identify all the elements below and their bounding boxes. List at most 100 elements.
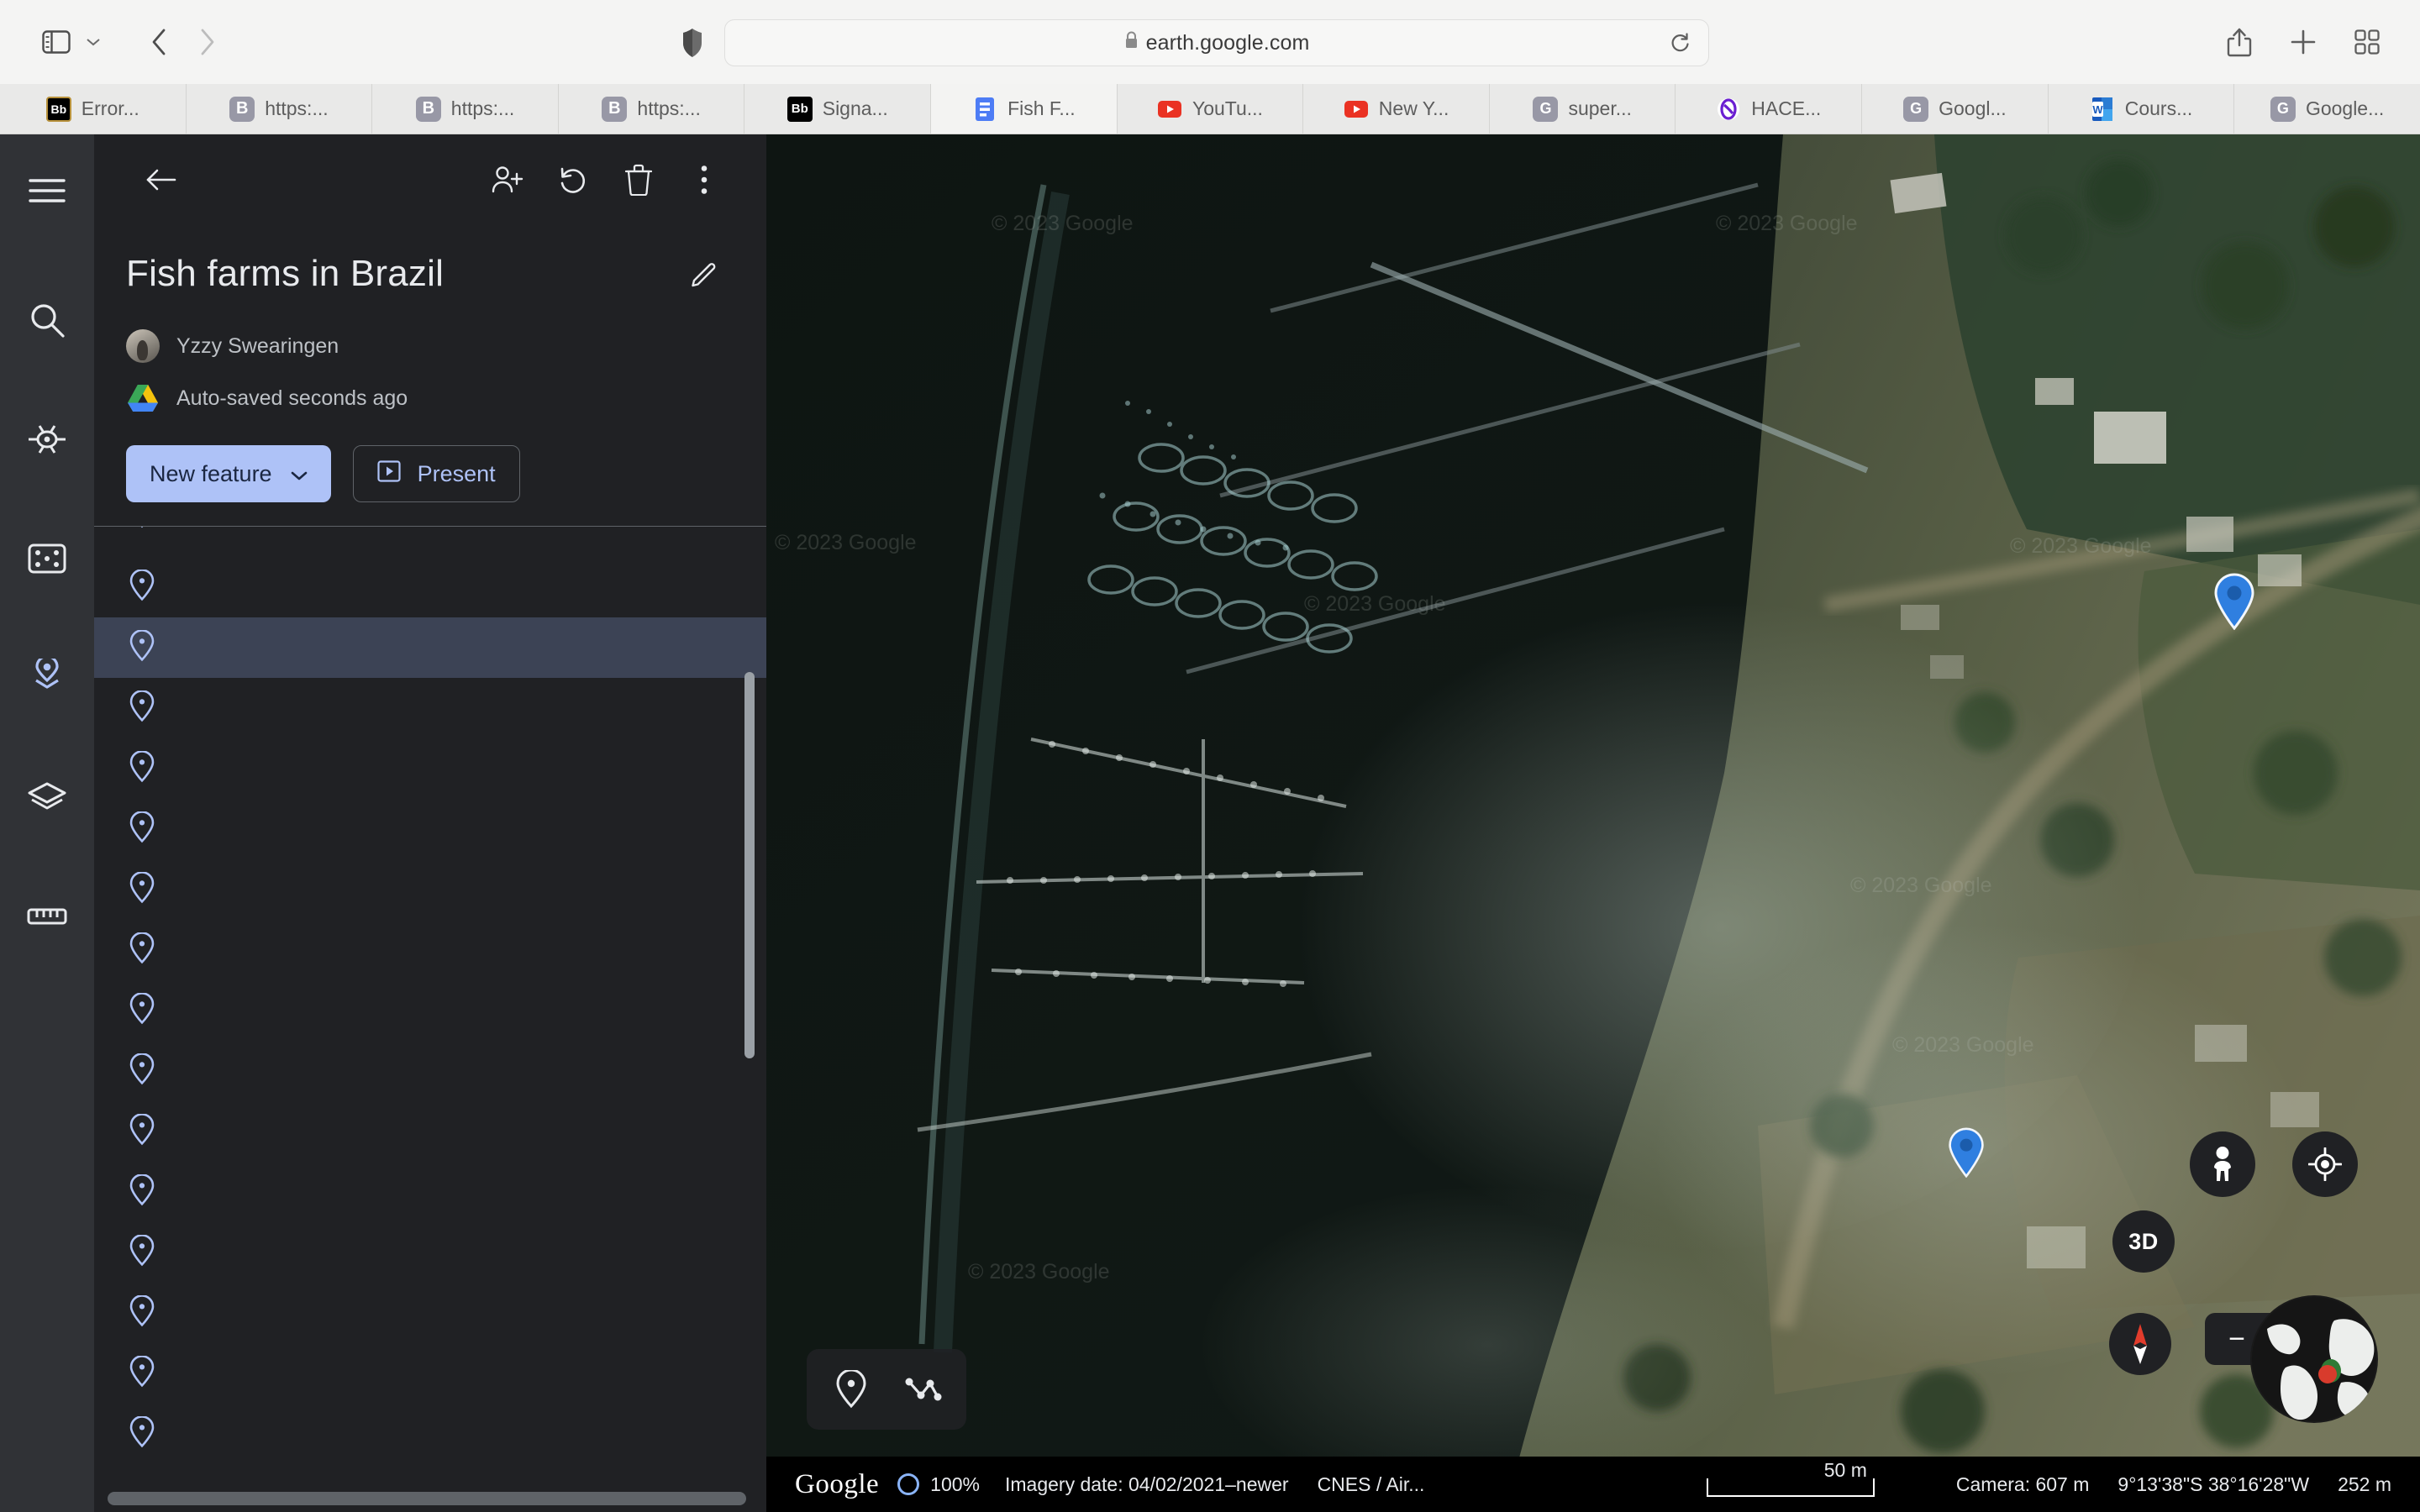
reload-icon[interactable] bbox=[1663, 26, 1697, 60]
elevation: 252 m bbox=[2338, 1473, 2391, 1495]
browser-tab[interactable]: Gsuper... bbox=[1490, 84, 1676, 134]
project-panel: Fish farms in Brazil Yzzy Swearingen Aut… bbox=[94, 134, 766, 1512]
map-viewport[interactable]: © 2023 Google © 2023 Google © 2023 Googl… bbox=[766, 134, 2420, 1512]
feature-list[interactable] bbox=[94, 527, 766, 1512]
more-options-icon[interactable] bbox=[674, 150, 734, 210]
placemark-pin-icon bbox=[126, 810, 158, 848]
word-icon: W bbox=[2090, 97, 2115, 122]
my-places-icon[interactable] bbox=[11, 642, 83, 714]
menu-icon[interactable] bbox=[11, 155, 83, 227]
search-icon[interactable] bbox=[11, 284, 83, 356]
street-view-pegman-icon[interactable] bbox=[2190, 1131, 2255, 1197]
blackboard-icon: B bbox=[229, 96, 255, 122]
chevron-down-icon[interactable] bbox=[81, 18, 106, 66]
map-watermark: © 2023 Google bbox=[992, 212, 1134, 235]
feature-list-item[interactable] bbox=[94, 799, 766, 859]
tab-label: Google... bbox=[2305, 97, 2385, 119]
google-docs-icon bbox=[972, 97, 997, 122]
feature-list-item[interactable] bbox=[94, 1222, 766, 1283]
tab-overview-icon[interactable] bbox=[2343, 18, 2391, 66]
panel-actions: New feature Present bbox=[94, 415, 766, 526]
back-arrow-icon[interactable] bbox=[134, 18, 183, 66]
browser-tab[interactable]: Bb Error... bbox=[0, 84, 187, 134]
blackboard-icon: B bbox=[415, 96, 441, 122]
toggle-3d-button[interactable]: 3D bbox=[2112, 1210, 2175, 1273]
youtube-icon bbox=[1157, 97, 1182, 122]
feature-list-item[interactable] bbox=[94, 1283, 766, 1343]
share-icon[interactable] bbox=[2215, 18, 2264, 66]
feature-list-item[interactable] bbox=[94, 1101, 766, 1162]
feature-list-item[interactable] bbox=[94, 617, 766, 678]
placemark-pin-icon bbox=[126, 870, 158, 908]
browser-tab[interactable]: YouTu... bbox=[1118, 84, 1304, 134]
draw-path-icon[interactable] bbox=[897, 1363, 949, 1415]
map-watermark: © 2023 Google bbox=[1850, 874, 1992, 897]
new-feature-button[interactable]: New feature bbox=[126, 445, 331, 502]
browser-tab[interactable]: Bhttps:... bbox=[372, 84, 559, 134]
browser-tab[interactable]: Bb Signa... bbox=[744, 84, 932, 134]
sidebar-toggle-icon[interactable] bbox=[32, 18, 81, 66]
layers-icon[interactable] bbox=[11, 761, 83, 833]
feature-list-item[interactable] bbox=[94, 678, 766, 738]
voyager-icon[interactable] bbox=[11, 403, 83, 475]
page-title: Fish farms in Brazil bbox=[126, 253, 445, 294]
plus-icon[interactable] bbox=[2279, 18, 2328, 66]
placemark-pin-icon bbox=[126, 628, 158, 666]
undo-icon[interactable] bbox=[543, 150, 603, 210]
feature-list-item[interactable] bbox=[94, 920, 766, 980]
browser-tab[interactable]: G Google... bbox=[2234, 84, 2420, 134]
map-marker-2[interactable] bbox=[1947, 1127, 1991, 1184]
tab-label: Googl... bbox=[1939, 97, 2007, 119]
my-location-icon[interactable] bbox=[2292, 1131, 2358, 1197]
back-arrow-icon[interactable] bbox=[131, 150, 192, 210]
feature-list-item[interactable] bbox=[94, 1343, 766, 1404]
feature-list-item[interactable] bbox=[94, 738, 766, 799]
owner-row: Yzzy Swearingen bbox=[94, 304, 766, 363]
load-progress: 100% bbox=[897, 1473, 980, 1496]
placemark-pin-icon bbox=[126, 1112, 158, 1150]
browser-tab[interactable]: G Googl... bbox=[1862, 84, 2049, 134]
map-marker-1[interactable] bbox=[2212, 573, 2256, 631]
map-draw-toolbar bbox=[807, 1349, 966, 1430]
browser-tab[interactable]: Bhttps:... bbox=[187, 84, 373, 134]
feature-list-item[interactable] bbox=[94, 1162, 766, 1222]
placemark-pin-icon bbox=[126, 527, 158, 533]
browser-tab[interactable]: Bhttps:... bbox=[559, 84, 745, 134]
tab-label: YouTu... bbox=[1192, 97, 1263, 119]
add-placemark-icon[interactable] bbox=[825, 1363, 877, 1415]
add-person-icon[interactable] bbox=[477, 150, 538, 210]
privacy-shield-icon[interactable] bbox=[669, 19, 716, 66]
browser-tab[interactable]: Fish F... bbox=[931, 84, 1118, 134]
zoom-out-button[interactable]: − bbox=[2228, 1325, 2245, 1353]
present-button[interactable]: Present bbox=[352, 445, 520, 502]
placemark-pin-icon bbox=[126, 991, 158, 1029]
panel-vertical-scrollbar[interactable] bbox=[744, 672, 755, 1058]
present-label: Present bbox=[417, 460, 496, 486]
panel-horizontal-scrollbar[interactable] bbox=[108, 1492, 746, 1505]
tab-label: Error... bbox=[81, 97, 139, 119]
im-feeling-lucky-icon[interactable] bbox=[11, 522, 83, 595]
feature-list-item[interactable] bbox=[94, 1041, 766, 1101]
progress-ring-icon bbox=[897, 1473, 920, 1495]
url-text-group: earth.google.com bbox=[1124, 31, 1310, 55]
globe-overview-icon[interactable] bbox=[2250, 1295, 2378, 1423]
delete-icon[interactable] bbox=[608, 150, 669, 210]
tab-label: Signa... bbox=[822, 97, 888, 119]
feature-list-item[interactable] bbox=[94, 527, 766, 557]
measure-icon[interactable] bbox=[11, 880, 83, 953]
google-drive-icon bbox=[126, 381, 160, 415]
tab-label: https:... bbox=[265, 97, 329, 119]
feature-list-item[interactable] bbox=[94, 980, 766, 1041]
browser-tab[interactable]: HACE... bbox=[1676, 84, 1863, 134]
feature-list-item[interactable] bbox=[94, 859, 766, 920]
feature-list-item[interactable] bbox=[94, 1404, 766, 1464]
forward-arrow-icon[interactable] bbox=[183, 18, 232, 66]
google-icon: G bbox=[2270, 96, 2296, 122]
compass-icon[interactable] bbox=[2109, 1313, 2171, 1375]
browser-tab[interactable]: W Cours... bbox=[2049, 84, 2235, 134]
address-bar[interactable]: earth.google.com bbox=[724, 19, 1709, 66]
browser-tab[interactable]: New Y... bbox=[1303, 84, 1490, 134]
pencil-edit-icon[interactable] bbox=[674, 244, 734, 304]
blackboard-icon: B bbox=[602, 96, 628, 122]
feature-list-item[interactable] bbox=[94, 557, 766, 617]
